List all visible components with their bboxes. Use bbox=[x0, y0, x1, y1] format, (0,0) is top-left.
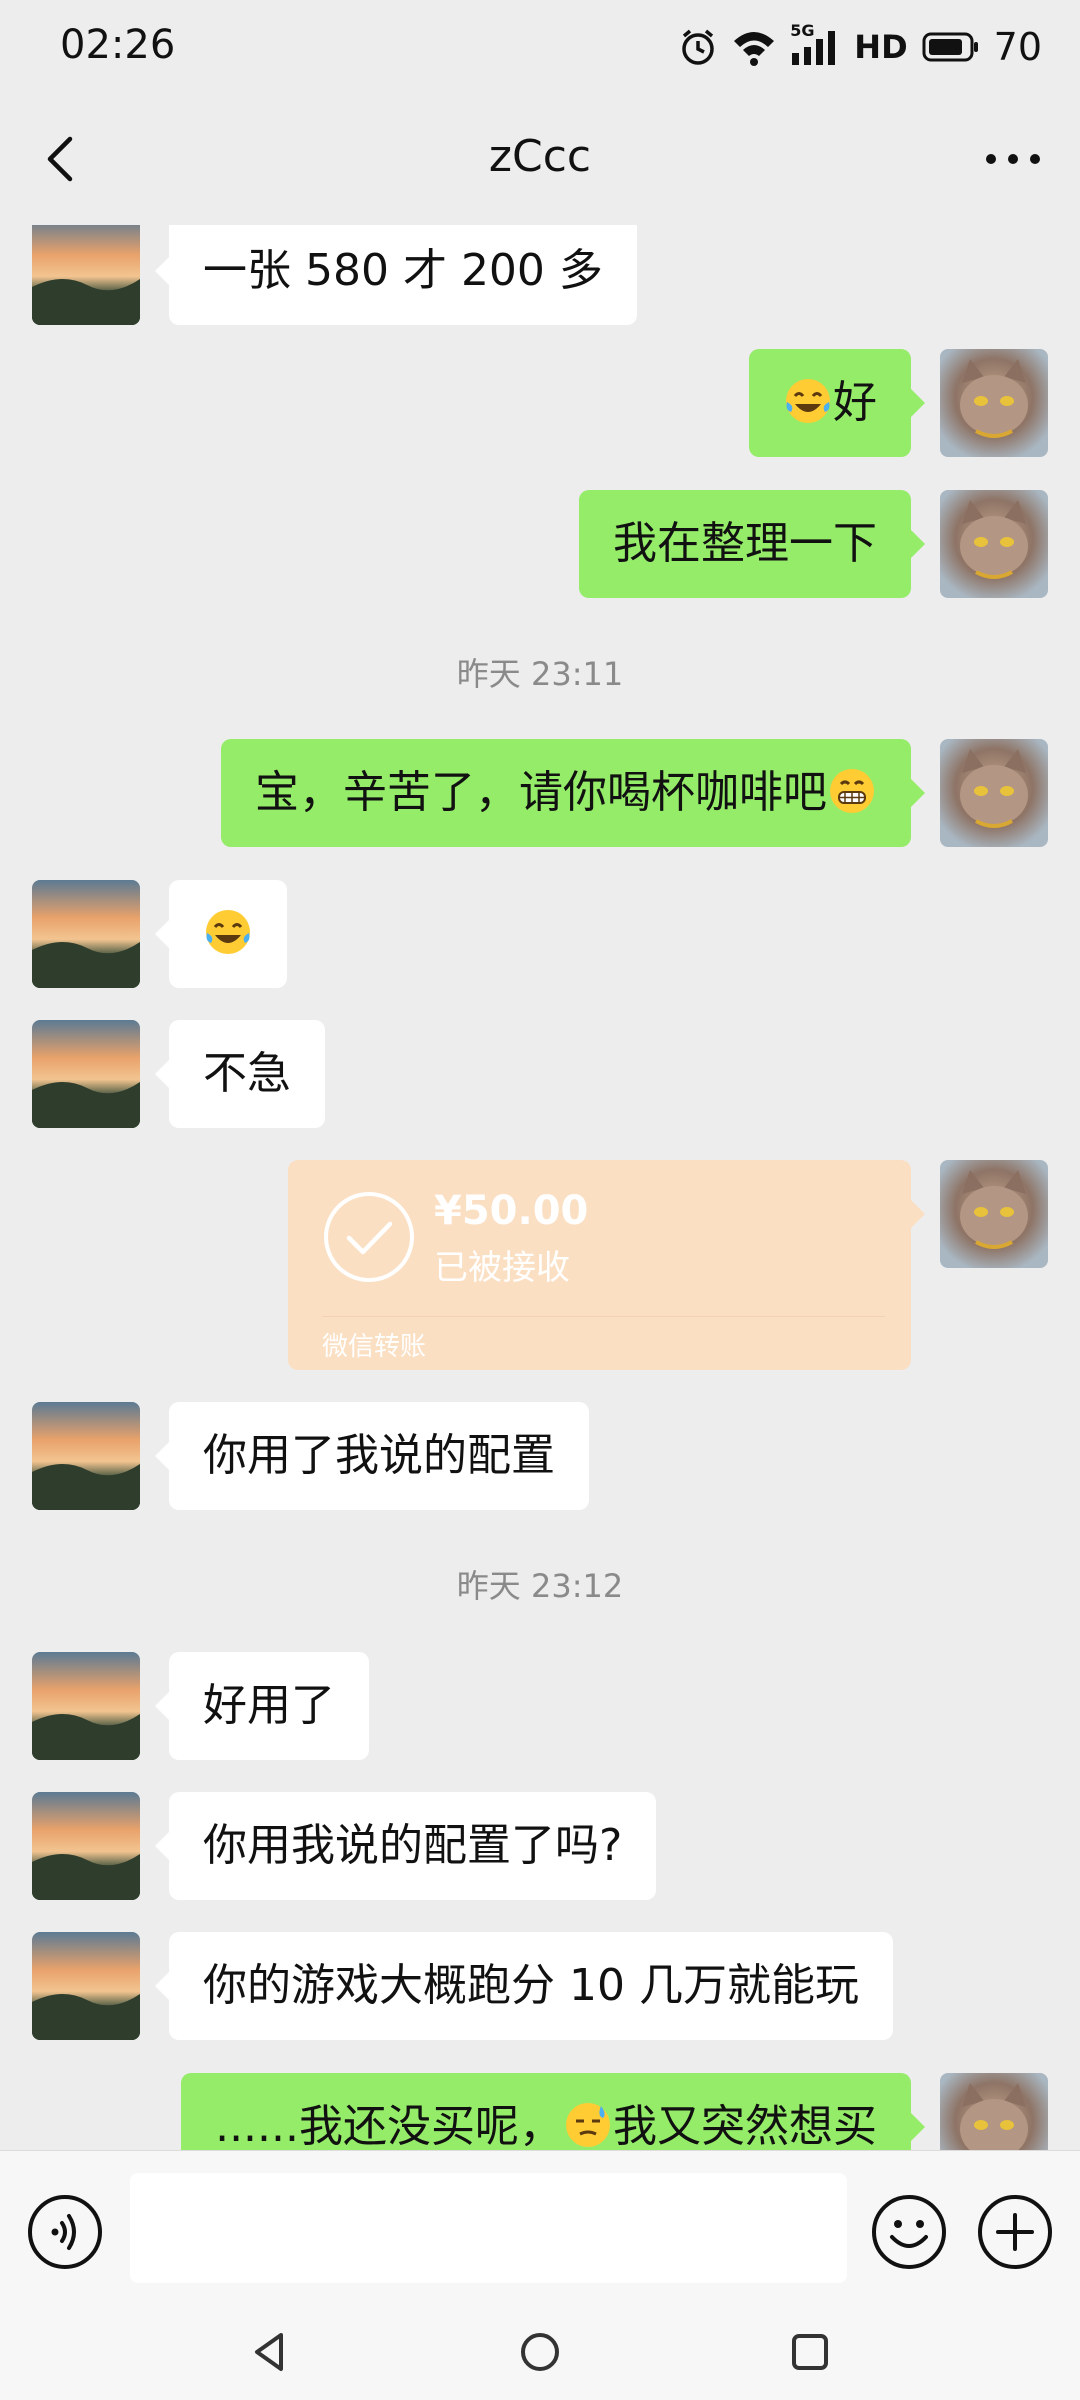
message-bubble[interactable]: 宝，辛苦了，请你喝杯咖啡吧 bbox=[221, 739, 925, 847]
message-bubble[interactable]: 一张 580 才 200 多 bbox=[155, 225, 637, 325]
wifi-icon bbox=[734, 32, 775, 66]
contact-avatar[interactable] bbox=[32, 1020, 140, 1128]
my-avatar[interactable] bbox=[940, 739, 1048, 847]
contact-avatar[interactable] bbox=[32, 1932, 140, 2040]
system-nav-bar bbox=[0, 2305, 1080, 2400]
contact-avatar[interactable] bbox=[32, 880, 140, 988]
status-time: 02:26 bbox=[60, 22, 176, 68]
message-text: 你用我说的配置了吗? bbox=[203, 1820, 623, 1871]
message-text: 一张 580 才 200 多 bbox=[203, 245, 603, 296]
message-row: 不急 bbox=[0, 1020, 1080, 1128]
message-row: 你用我说的配置了吗? bbox=[0, 1792, 1080, 1900]
message-bubble[interactable] bbox=[155, 880, 287, 988]
message-row: 你的游戏大概跑分 10 几万就能玩 bbox=[0, 1932, 1080, 2040]
contact-avatar[interactable] bbox=[32, 225, 140, 325]
sweat-emoji-icon bbox=[566, 2103, 610, 2147]
message-text: 你的游戏大概跑分 10 几万就能玩 bbox=[203, 1960, 859, 2011]
chat-messages[interactable]: 一张 580 才 200 多 好 我在整理一下 昨天 23:11 宝，辛苦了，请… bbox=[0, 225, 1080, 2150]
hd-label: HD bbox=[854, 28, 908, 66]
status-icons: 5G HD 70 bbox=[678, 21, 1042, 72]
message-bubble[interactable]: 好 bbox=[749, 349, 925, 457]
alarm-icon bbox=[682, 29, 715, 65]
message-row: 宝，辛苦了，请你喝杯咖啡吧 bbox=[0, 739, 1080, 847]
input-bar bbox=[0, 2150, 1080, 2306]
message-row: 好 bbox=[0, 349, 1080, 457]
message-text: 不急 bbox=[203, 1048, 291, 1099]
message-text: 宝，辛苦了，请你喝杯咖啡吧 bbox=[255, 767, 827, 818]
my-avatar[interactable] bbox=[940, 490, 1048, 598]
battery-level: 70 bbox=[993, 25, 1042, 69]
chat-title: zCcc bbox=[488, 131, 592, 182]
grinning-emoji-icon bbox=[830, 769, 874, 813]
message-bubble[interactable]: ......我还没买呢， 我又突然想买 bbox=[181, 2073, 925, 2150]
my-avatar[interactable] bbox=[940, 1160, 1048, 1268]
message-row: ¥50.00 已被接收 微信转账 bbox=[0, 1160, 1080, 1370]
my-avatar[interactable] bbox=[940, 349, 1048, 457]
transfer-amount: ¥50.00 bbox=[434, 1188, 589, 1234]
transfer-label: 微信转账 bbox=[322, 1332, 427, 1362]
message-bubble[interactable]: 你的游戏大概跑分 10 几万就能玩 bbox=[155, 1932, 893, 2040]
message-input[interactable] bbox=[130, 2173, 847, 2283]
contact-avatar[interactable] bbox=[32, 1792, 140, 1900]
contact-avatar[interactable] bbox=[32, 1402, 140, 1510]
emoji-picker-icon[interactable] bbox=[870, 2193, 948, 2271]
battery-icon bbox=[922, 32, 978, 62]
my-avatar[interactable] bbox=[940, 2073, 1048, 2150]
chat-header: zCcc bbox=[0, 95, 1080, 225]
transfer-divider bbox=[322, 1316, 885, 1317]
message-row: 我在整理一下 bbox=[0, 490, 1080, 598]
transfer-status: 已被接收 bbox=[434, 1248, 570, 1288]
timestamp: 昨天 23:11 bbox=[456, 655, 624, 693]
message-bubble[interactable]: 不急 bbox=[155, 1020, 325, 1128]
nav-back-icon[interactable] bbox=[245, 2327, 295, 2377]
plus-icon[interactable] bbox=[976, 2193, 1054, 2271]
message-bubble[interactable]: 你用了我说的配置 bbox=[155, 1402, 589, 1510]
message-bubble[interactable]: 好用了 bbox=[155, 1652, 369, 1760]
message-bubble[interactable]: 我在整理一下 bbox=[579, 490, 925, 598]
message-text: 我又突然想买 bbox=[613, 2101, 877, 2150]
voice-input-icon[interactable] bbox=[26, 2193, 104, 2271]
nav-recents-icon[interactable] bbox=[785, 2327, 835, 2377]
transfer-card[interactable]: ¥50.00 已被接收 微信转账 bbox=[288, 1160, 925, 1370]
contact-avatar[interactable] bbox=[32, 1652, 140, 1760]
laughing-tears-emoji-icon bbox=[206, 910, 250, 954]
laughing-tears-emoji-icon bbox=[786, 379, 830, 423]
message-text: 好用了 bbox=[203, 1680, 335, 1731]
message-text: 你用了我说的配置 bbox=[203, 1430, 555, 1481]
timestamp: 昨天 23:12 bbox=[456, 1567, 624, 1605]
message-bubble[interactable]: 你用我说的配置了吗? bbox=[154, 1792, 657, 1900]
message-row: 你用了我说的配置 bbox=[0, 1402, 1080, 1510]
message-row: 好用了 bbox=[0, 1652, 1080, 1760]
more-options-icon[interactable] bbox=[978, 129, 1048, 189]
message-row: ......我还没买呢， 我又突然想买 bbox=[0, 2073, 1080, 2150]
signal-icon: 5G bbox=[790, 21, 840, 67]
nav-home-icon[interactable] bbox=[515, 2327, 565, 2377]
message-row: 一张 580 才 200 多 bbox=[0, 225, 1080, 325]
message-text: ......我还没买呢， bbox=[215, 2101, 563, 2150]
check-circle-icon bbox=[324, 1192, 414, 1282]
message-row bbox=[0, 880, 1080, 988]
status-bar: 02:26 5G HD 70 bbox=[0, 0, 1080, 95]
message-text: 好 bbox=[833, 377, 877, 428]
message-text: 我在整理一下 bbox=[613, 518, 877, 569]
